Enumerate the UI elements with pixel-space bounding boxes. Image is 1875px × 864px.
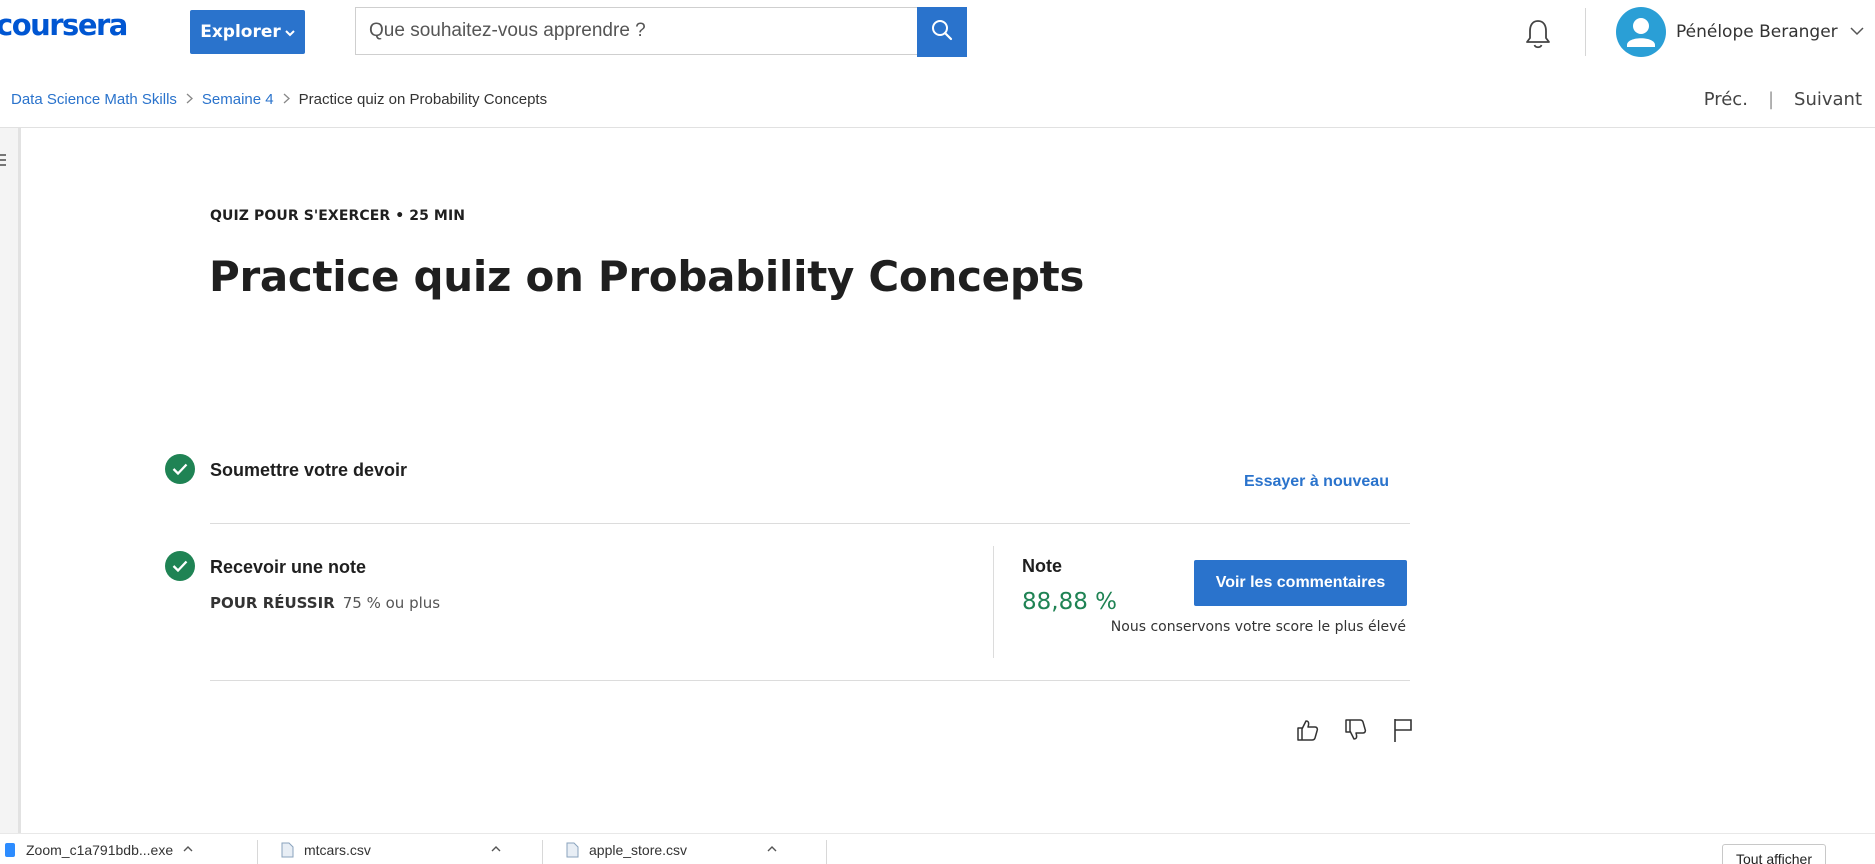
retry-button[interactable]: Essayer à nouveau xyxy=(1244,473,1389,491)
submit-step-title: Soumettre votre devoir xyxy=(210,460,408,480)
divider xyxy=(257,840,258,864)
view-feedback-button[interactable]: Voir les commentaires xyxy=(1194,560,1407,606)
download-item[interactable]: Zoom_c1a791bdb...exe xyxy=(4,842,193,864)
user-menu[interactable]: Pénélope Beranger xyxy=(1616,7,1864,57)
coursera-logo[interactable]: coursera xyxy=(0,8,128,42)
download-filename: apple_store.csv xyxy=(589,842,688,858)
file-icon xyxy=(4,842,16,861)
divider xyxy=(542,840,543,864)
chevron-up-icon[interactable] xyxy=(491,844,501,855)
chevron-down-icon xyxy=(1850,23,1864,41)
show-all-downloads-button[interactable]: Tout afficher xyxy=(1722,844,1826,864)
pager-divider: | xyxy=(1767,88,1775,110)
download-item[interactable]: mtcars.csv xyxy=(280,842,501,864)
divider xyxy=(210,523,1410,524)
user-name: Pénélope Beranger xyxy=(1676,22,1838,42)
breadcrumb: Data Science Math Skills Semaine 4 Pract… xyxy=(11,71,547,127)
header-divider xyxy=(1585,8,1586,56)
flag-icon[interactable] xyxy=(1386,713,1420,747)
score-note: Nous conservons votre score le plus élev… xyxy=(1110,619,1406,635)
avatar-icon xyxy=(1616,7,1666,57)
breadcrumb-course[interactable]: Data Science Math Skills xyxy=(11,91,177,108)
search-button[interactable] xyxy=(917,7,967,57)
chevron-up-icon[interactable] xyxy=(183,844,193,855)
top-header: coursera Explorer Pénélope xyxy=(0,0,1875,72)
chevron-right-icon xyxy=(186,92,193,107)
item-pager: Préc. | Suivant xyxy=(1704,71,1862,127)
pass-value: 75 % ou plus xyxy=(342,594,441,612)
divider xyxy=(826,840,827,864)
grade-value: 88,88 % xyxy=(1022,589,1118,615)
course-outline-rail xyxy=(0,128,21,833)
chevron-up-icon[interactable] xyxy=(767,844,777,855)
breadcrumb-week[interactable]: Semaine 4 xyxy=(202,91,274,108)
grade-label: Note xyxy=(1022,556,1062,576)
divider xyxy=(210,680,1410,681)
chevron-down-icon xyxy=(285,27,295,40)
previous-button[interactable]: Préc. xyxy=(1704,89,1748,110)
search-input[interactable] xyxy=(356,8,967,54)
download-filename: Zoom_c1a791bdb...exe xyxy=(26,842,174,858)
breadcrumb-current: Practice quiz on Probability Concepts xyxy=(298,90,548,108)
grade-step-title: Recevoir une note xyxy=(210,557,367,577)
breadcrumb-bar: Data Science Math Skills Semaine 4 Pract… xyxy=(0,71,1875,128)
search-box xyxy=(355,7,967,55)
download-filename: mtcars.csv xyxy=(304,842,371,858)
notifications-bell-icon[interactable] xyxy=(1521,16,1555,52)
chevron-right-icon xyxy=(283,92,290,107)
thumbs-up-icon[interactable] xyxy=(1290,713,1324,747)
check-circle-icon xyxy=(165,551,195,581)
download-item[interactable]: apple_store.csv xyxy=(565,842,777,864)
page-title: Practice quiz on Probability Concepts xyxy=(209,252,1085,301)
explore-button[interactable]: Explorer xyxy=(190,10,305,54)
menu-toggle-icon[interactable] xyxy=(0,153,8,167)
file-icon xyxy=(565,842,579,861)
file-icon xyxy=(280,842,294,861)
download-shelf: Zoom_c1a791bdb...exe mtcars.csv apple_st… xyxy=(0,833,1875,864)
check-circle-icon xyxy=(165,454,195,484)
passing-requirement: POUR RÉUSSIR 75 % ou plus xyxy=(210,594,440,612)
feedback-actions xyxy=(1290,713,1420,747)
explore-label: Explorer xyxy=(200,22,281,42)
divider xyxy=(993,546,994,658)
pass-label: POUR RÉUSSIR xyxy=(210,594,335,612)
quiz-eyebrow: QUIZ POUR S'EXERCER • 25 MIN xyxy=(210,208,466,224)
thumbs-down-icon[interactable] xyxy=(1338,713,1372,747)
next-button[interactable]: Suivant xyxy=(1794,89,1862,110)
search-icon xyxy=(931,19,953,46)
